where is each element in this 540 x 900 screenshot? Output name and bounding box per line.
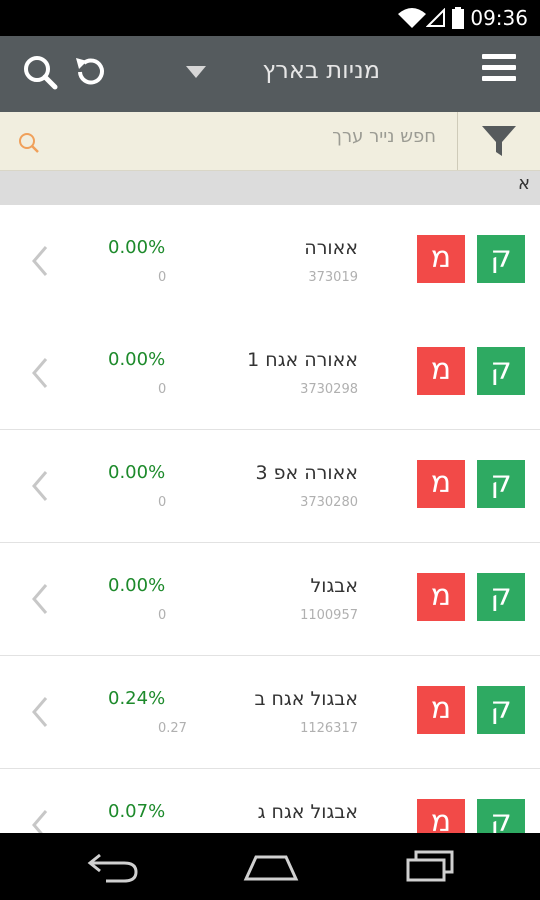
wifi-icon (398, 8, 426, 28)
chevron-left-icon[interactable] (28, 241, 52, 281)
list-item[interactable]: 0.00% 0 אבגול 1100957 מ ק (0, 543, 540, 657)
search-icon[interactable] (20, 52, 60, 92)
change-value: 0 (158, 270, 167, 285)
page-title[interactable]: מניות בארץ (262, 56, 380, 84)
stock-name: אבגול (310, 575, 359, 597)
chevron-left-icon[interactable] (28, 579, 52, 619)
chevron-left-icon[interactable] (28, 466, 52, 506)
sell-button[interactable]: מ (417, 686, 465, 734)
stock-code: 3730298 (300, 382, 358, 397)
change-value: 0 (158, 382, 167, 397)
list-item[interactable]: 0.24% 0.27 אבגול אגח ב 1126317 מ ק (0, 656, 540, 770)
buy-button[interactable]: ק (477, 235, 525, 283)
signal-icon (426, 8, 445, 27)
stock-code: 3730280 (300, 495, 358, 510)
sell-button[interactable]: מ (417, 347, 465, 395)
sell-button[interactable]: מ (417, 235, 465, 283)
section-header: א (0, 171, 540, 205)
buy-button[interactable]: ק (477, 573, 525, 621)
list-item[interactable]: 0.00% 0 אאורה אגח 1 3730298 מ ק (0, 317, 540, 431)
sell-button[interactable]: מ (417, 799, 465, 833)
change-percent: 0.00% (108, 349, 166, 370)
stock-code: 373019 (308, 270, 358, 285)
battery-icon (452, 7, 464, 29)
filter-icon (482, 126, 516, 156)
list-item[interactable]: 0.00% 0 אאורה 373019 מ ק (0, 205, 540, 319)
change-percent: 0.00% (108, 237, 166, 258)
stock-code: 1100957 (300, 608, 358, 623)
change-percent: 0.00% (108, 462, 166, 483)
search-input[interactable]: חפש נייר ערך (332, 126, 436, 147)
buy-button[interactable]: ק (477, 686, 525, 734)
status-bar: 09:36 (0, 0, 540, 36)
app-bar: מניות בארץ (0, 36, 540, 112)
list-item[interactable]: 0.00% 0 אאורה אפ 3 3730280 מ ק (0, 430, 540, 544)
stock-list: 0.00% 0 אאורה 373019 מ ק 0.00% 0 אאורה א… (0, 205, 540, 833)
stock-name: אבגול אגח ב (254, 688, 359, 710)
stock-code: 1126317 (300, 721, 358, 736)
change-value: 0 (158, 495, 167, 510)
buy-button[interactable]: ק (477, 347, 525, 395)
change-value: 0.27 (158, 721, 187, 736)
stock-name: אאורה אפ 3 (255, 462, 358, 484)
change-value: 0 (158, 608, 167, 623)
recent-apps-icon[interactable] (404, 849, 456, 883)
menu-icon[interactable] (482, 54, 518, 90)
system-nav-bar (0, 833, 540, 900)
stock-name: אאורה אגח 1 (247, 349, 358, 371)
list-item[interactable]: 0.07% אבגול אגח ג מ ק (0, 769, 540, 833)
chevron-left-icon[interactable] (28, 353, 52, 393)
search-small-icon[interactable] (18, 132, 40, 154)
status-time: 09:36 (470, 6, 528, 30)
chevron-left-icon[interactable] (28, 805, 52, 833)
section-letter: א (517, 173, 530, 194)
buy-button[interactable]: ק (477, 460, 525, 508)
chevron-left-icon[interactable] (28, 692, 52, 732)
stock-name: אאורה (304, 237, 358, 259)
buy-button[interactable]: ק (477, 799, 525, 833)
refresh-icon[interactable] (70, 52, 110, 92)
back-icon[interactable] (86, 851, 140, 883)
search-bar: חפש נייר ערך (0, 112, 540, 171)
filter-button[interactable] (457, 112, 540, 170)
change-percent: 0.00% (108, 575, 166, 596)
sell-button[interactable]: מ (417, 573, 465, 621)
stock-name: אבגול אגח ג (257, 801, 358, 823)
chevron-down-icon[interactable] (186, 66, 206, 78)
change-percent: 0.24% (108, 688, 166, 709)
home-icon[interactable] (242, 851, 300, 883)
sell-button[interactable]: מ (417, 460, 465, 508)
change-percent: 0.07% (108, 801, 166, 822)
